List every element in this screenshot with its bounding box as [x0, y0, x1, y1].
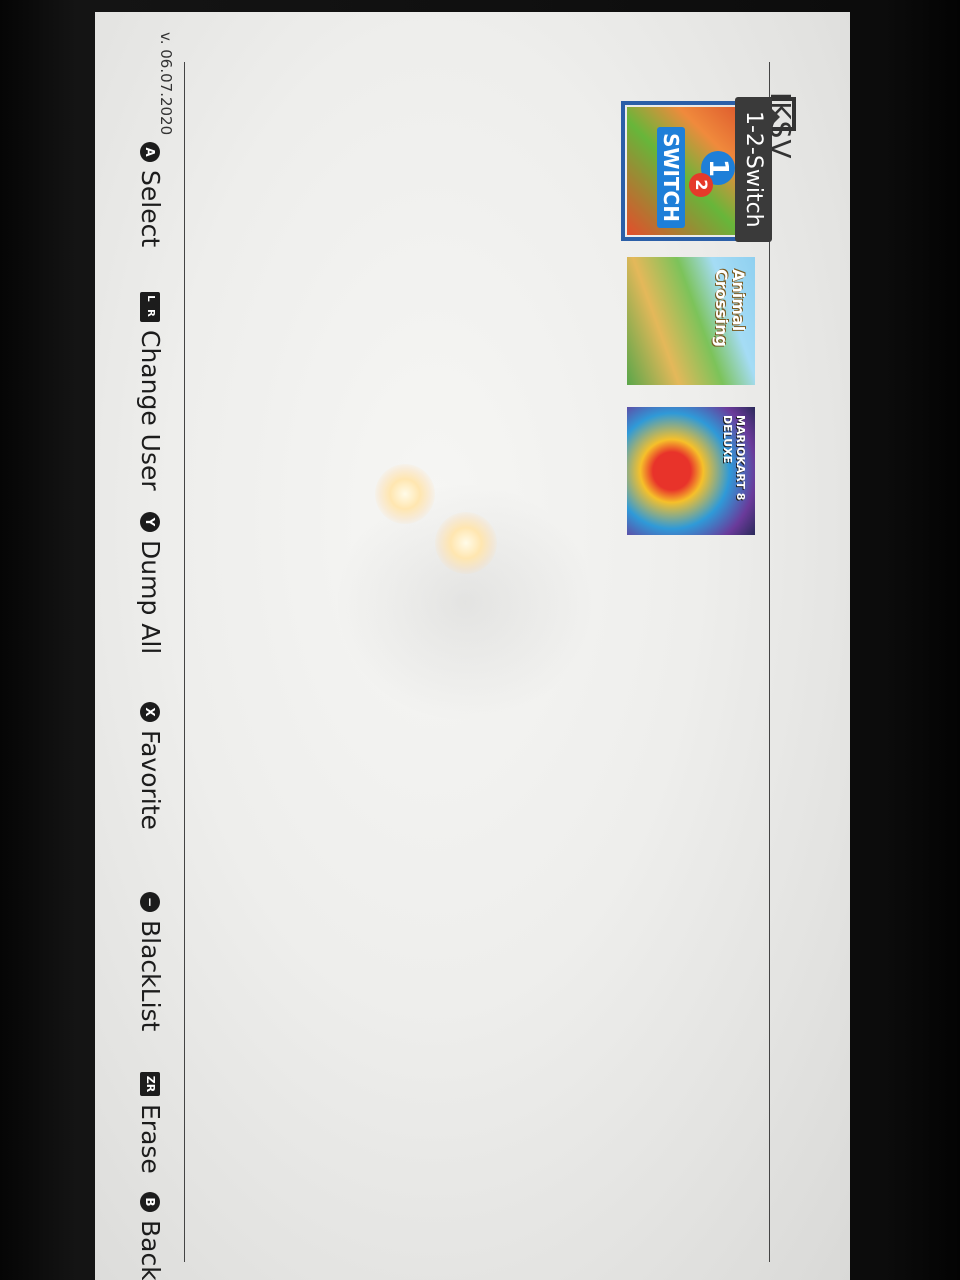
hint-select[interactable]: A Select [136, 142, 165, 247]
hint-label: Select [136, 170, 165, 248]
hint-label: Favorite [136, 730, 165, 830]
a-button-icon: A [140, 142, 161, 162]
b-button-icon: B [140, 1192, 161, 1212]
selected-title-tooltip: 1-2-Switch [735, 97, 772, 242]
cover-logo-text: SWITCH [657, 127, 685, 228]
hint-change-user[interactable]: L R Change User [136, 292, 165, 491]
hint-label: Change User [136, 330, 165, 491]
switch-screen: JKSV 1-2-Switch 1 2 SWITCH Animal Crossi… [95, 12, 850, 1280]
lr-buttons-icon: L R [140, 292, 161, 322]
title-tile-mario-kart[interactable]: MARIOKART 8 DELUXE [627, 407, 755, 535]
hint-label: BlackList [136, 920, 165, 1032]
hint-back[interactable]: B Back [136, 1192, 165, 1280]
zr-button-icon: ZR [140, 1072, 161, 1096]
hint-label: Dump All [136, 540, 165, 655]
x-button-icon: X [140, 702, 161, 722]
header-divider [769, 62, 770, 1262]
hint-label: Back [136, 1220, 165, 1280]
y-button-icon: Y [140, 512, 161, 532]
title-tile-animal-crossing[interactable]: Animal Crossing [627, 257, 755, 385]
hint-erase[interactable]: ZR Erase [136, 1072, 165, 1174]
button-hint-bar: v. 06.07.2020 A Select L R Change User Y… [115, 12, 175, 1280]
version-label: v. 06.07.2020 [157, 32, 175, 136]
hint-blacklist[interactable]: − BlackList [136, 892, 165, 1031]
cover-logo-text: MARIOKART 8 DELUXE [721, 415, 747, 501]
cover-logo-text: Animal Crossing [712, 269, 748, 347]
jksv-app: JKSV 1-2-Switch 1 2 SWITCH Animal Crossi… [95, 12, 850, 1280]
hint-dump-all[interactable]: Y Dump All [136, 512, 165, 654]
footer-divider [184, 62, 185, 1262]
minus-button-icon: − [140, 892, 161, 912]
hint-label: Erase [136, 1104, 165, 1174]
hint-favorite[interactable]: X Favorite [136, 702, 165, 830]
cover-number-two: 2 [689, 173, 713, 197]
